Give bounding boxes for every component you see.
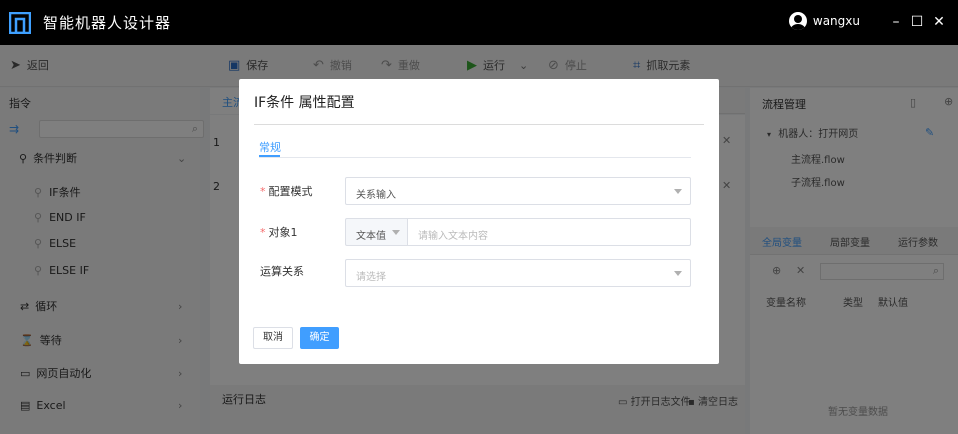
mode-select-value: 关系输入 xyxy=(356,190,396,201)
object-text-input[interactable]: 请输入文本内容 xyxy=(408,218,691,246)
mode-select[interactable]: 关系输入 xyxy=(345,177,691,205)
object-label-text: 对象1 xyxy=(268,226,298,239)
user-name: wangxu xyxy=(812,14,860,28)
caret-down-icon xyxy=(674,271,682,276)
mode-label: * 配置模式 xyxy=(260,183,313,199)
title-bar: 智能机器人设计器 wangxu – ☐ ✕ xyxy=(0,0,958,45)
divider xyxy=(254,124,704,125)
minimize-button[interactable]: – xyxy=(888,13,904,31)
app-title: 智能机器人设计器 xyxy=(43,14,172,32)
tab-general[interactable]: 常规 xyxy=(259,139,281,155)
confirm-button[interactable]: 确定 xyxy=(300,327,339,349)
operator-select[interactable]: 请选择 xyxy=(345,259,691,287)
app-logo-icon xyxy=(9,11,31,34)
object-type-select[interactable]: 文本值 xyxy=(345,218,408,246)
cancel-button[interactable]: 取消 xyxy=(253,327,293,349)
object-label: * 对象1 xyxy=(260,224,298,240)
caret-down-icon xyxy=(674,189,682,194)
operator-label: 运算关系 xyxy=(260,265,304,278)
caret-down-icon xyxy=(392,230,400,235)
mode-label-text: 配置模式 xyxy=(268,185,313,198)
close-window-button[interactable]: ✕ xyxy=(931,13,947,31)
operator-placeholder: 请选择 xyxy=(356,272,386,283)
required-mark: * xyxy=(260,226,266,239)
user-avatar-icon xyxy=(788,12,807,30)
dialog-title: IF条件 属性配置 xyxy=(254,95,355,111)
user-menu[interactable]: wangxu xyxy=(788,12,860,30)
maximize-button[interactable]: ☐ xyxy=(909,13,925,31)
object-input-placeholder: 请输入文本内容 xyxy=(418,231,488,242)
tab-divider xyxy=(259,157,691,158)
required-mark: * xyxy=(260,185,266,198)
object-type-value: 文本值 xyxy=(356,231,386,242)
if-config-dialog: IF条件 属性配置 常规 * 配置模式 关系输入 * 对象1 文本值 请输入文本内容… xyxy=(239,79,719,364)
